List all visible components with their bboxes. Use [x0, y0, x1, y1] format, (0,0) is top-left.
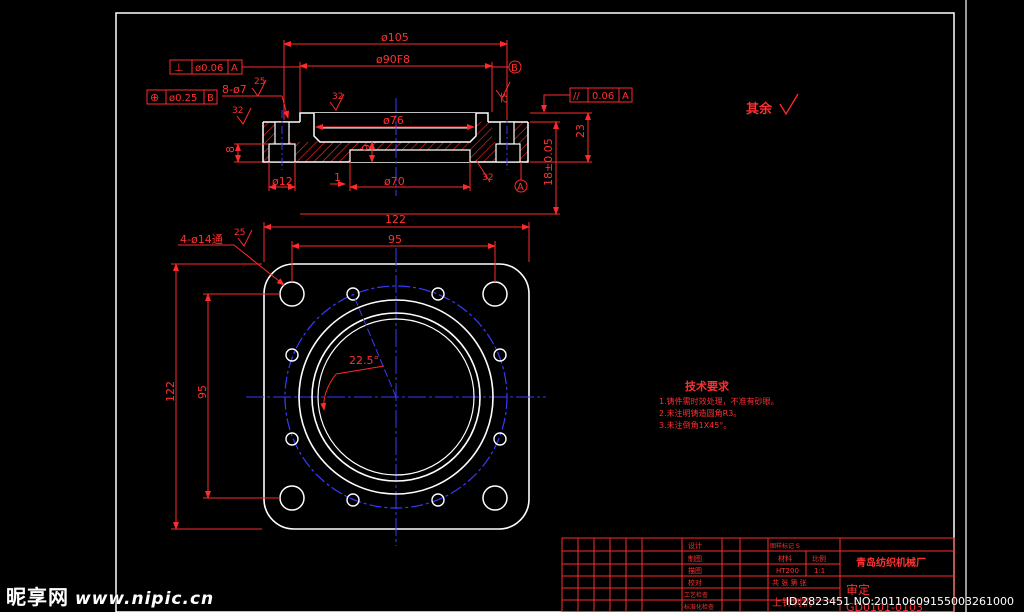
dim-h95: 95 — [196, 385, 209, 399]
dim-d105: ø105 — [381, 31, 409, 44]
dim-d76: ø76 — [383, 114, 404, 127]
dim-23: 23 — [574, 124, 587, 138]
fcf-par-value: 0.06 — [592, 91, 614, 102]
rough-32-c: 32 — [498, 92, 508, 103]
dim-d12: ø12 — [272, 175, 293, 188]
dim-w95: 95 — [388, 233, 402, 246]
tb-marker: 图样标记 S — [770, 542, 800, 550]
fcf-parallel — [541, 87, 633, 113]
dim-d70: ø70 — [384, 175, 405, 188]
tb-sheet: 共 张 第 张 — [772, 578, 807, 587]
fcf-perp-ref: A — [231, 63, 238, 74]
tb-role-2: 制图 — [688, 554, 702, 563]
tb-material-label: 材料 — [778, 554, 792, 563]
tech-item-3: 3.未注倒角1X45°。 — [659, 420, 731, 430]
dim-h122: 122 — [164, 381, 177, 402]
rough-25-a: 25 — [254, 77, 265, 87]
tb-role-1: 设计 — [688, 541, 702, 550]
dim-8-d7: 8-ø7 — [222, 83, 247, 96]
dim-1: 1 — [334, 171, 341, 184]
watermark-id: ID:2823451 NO:20110609155003261000 — [785, 595, 1014, 608]
fcf-par-ref: A — [622, 91, 629, 102]
fcf-par-symbol: // — [573, 91, 580, 102]
tb-role-4: 校对 — [688, 578, 702, 587]
rough-32-a: 32 — [232, 106, 243, 116]
dim-d90f8: ø90F8 — [376, 53, 410, 66]
rough-32-d: 32 — [482, 173, 493, 183]
tb-role-3: 描图 — [688, 566, 702, 575]
cad-drawing: ø105 ø90F8 8-ø7 25 32 32 32 ø76 ø70 ø12 … — [115, 0, 967, 612]
tech-item-2: 2.未注明铸造圆角R3。 — [659, 408, 741, 418]
watermark-brand: 昵享网 www.nipic.cn — [6, 585, 215, 609]
datum-a-label: A — [517, 182, 524, 193]
roughness-icon — [779, 93, 799, 116]
fcf-pos-symbol: ⊕ — [150, 91, 159, 104]
tech-title: 技术要求 — [685, 379, 730, 393]
tb-ratio: 1:1 — [814, 567, 825, 575]
tb-role-6: 标准化检查 — [684, 603, 714, 611]
dim-9: 9 — [360, 144, 373, 151]
tech-requirements: 技术要求 1.铸件需时效处理，不准有砂眼。 2.未注明铸造圆角R3。 3.未注倒… — [659, 379, 779, 430]
plan-view — [246, 248, 546, 546]
dim-8: 8 — [224, 146, 237, 153]
dim-4-d14: 4-ø14通 — [180, 233, 223, 246]
inner-frame — [115, 12, 955, 612]
surface-roughness-note: 其余 — [746, 93, 799, 117]
fcf-perp-value: ø0.06 — [195, 63, 223, 74]
dim-angle: 22.5° — [349, 354, 379, 367]
tb-company: 青岛纺织机械厂 — [856, 556, 926, 569]
datum-b-label: B — [511, 63, 518, 74]
rough-25-b: 25 — [234, 228, 245, 238]
tb-material: HT200 — [776, 567, 799, 575]
dim-w122: 122 — [385, 213, 406, 226]
fcf-perp-symbol: ⊥ — [174, 61, 184, 74]
fcf-pos-ref: B — [207, 93, 214, 104]
rough-32-b: 32 — [332, 92, 343, 102]
tb-ratio-label: 比例 — [812, 554, 826, 563]
surface-note-text: 其余 — [746, 101, 773, 117]
tech-item-1: 1.铸件需时效处理，不准有砂眼。 — [659, 396, 779, 406]
dim-18: 18±0.05 — [542, 138, 555, 186]
tb-role-5: 工艺检查 — [684, 591, 708, 599]
fcf-pos-value: ø0.25 — [169, 93, 197, 104]
watermark-site: www.nipic.cn — [75, 589, 215, 609]
